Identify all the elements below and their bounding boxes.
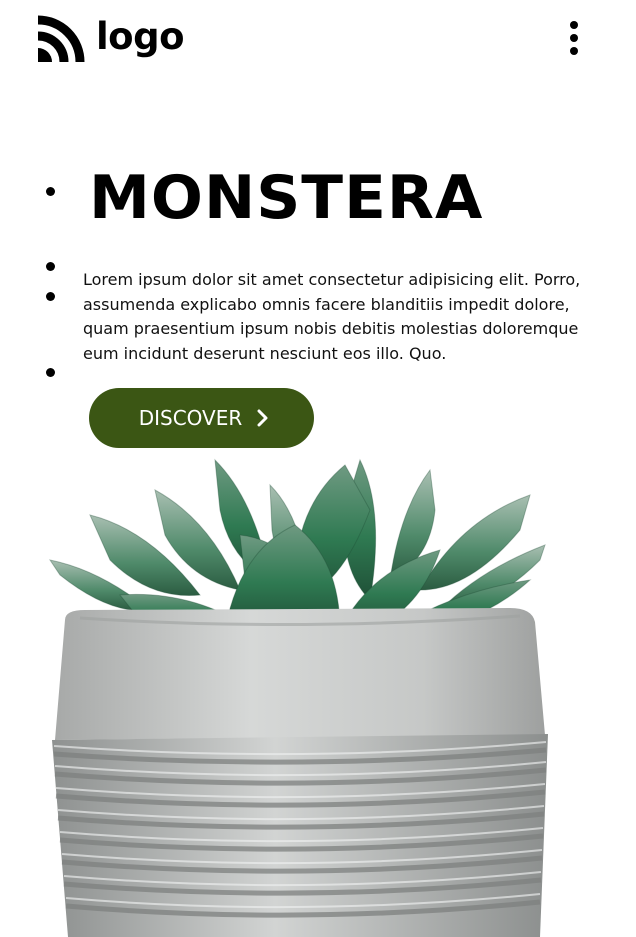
- header: logo: [0, 0, 636, 80]
- hero-title: MONSTERA: [89, 163, 484, 233]
- logo-icon: [36, 14, 86, 62]
- discover-button[interactable]: DISCOVER: [89, 388, 314, 448]
- bullet-marker: [46, 292, 55, 301]
- chevron-right-icon: [257, 409, 268, 427]
- logo-link[interactable]: logo: [36, 14, 185, 62]
- succulent-plant-image: [40, 450, 560, 937]
- vertical-ellipsis-icon: [570, 21, 578, 55]
- succulent-plant-icon: [48, 458, 548, 937]
- bullet-marker: [46, 187, 55, 196]
- bullet-marker: [46, 368, 55, 377]
- menu-button[interactable]: [558, 18, 590, 60]
- bullet-marker: [46, 262, 55, 271]
- hero-description: Lorem ipsum dolor sit amet consectetur a…: [83, 270, 581, 363]
- discover-button-label: DISCOVER: [138, 406, 243, 430]
- logo-text: logo: [96, 14, 185, 58]
